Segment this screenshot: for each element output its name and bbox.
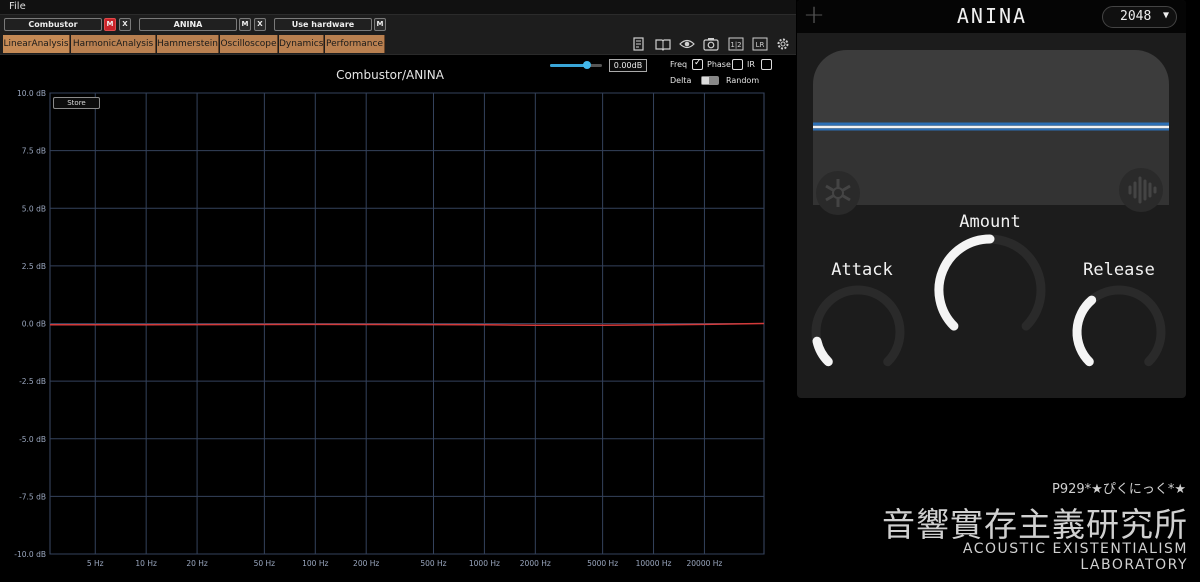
x-axis: 5 Hz 10 Hz 20 Hz 50 Hz 100 Hz 200 Hz 500 Hz 100… [87,559,723,568]
watermark-handle: P929*★ぴくにっく*★ [1052,482,1186,497]
amount-knob[interactable] [934,234,1046,331]
x-tick-label: 50 Hz [254,559,276,568]
y-tick-label: 5.0 dB [22,204,46,213]
watermark-subtitle: ACOUSTIC EXISTENTIALISM LABORATORY [962,541,1188,573]
y-tick-label: -5.0 dB [19,435,46,444]
y-tick-label: -10.0 dB [14,550,46,559]
x-tick-label: 100 Hz [302,559,328,568]
x-tick-label: 500 Hz [420,559,446,568]
size-select[interactable]: 2048 ▼ [1102,6,1177,28]
chevron-down-icon: ▼ [1163,10,1170,21]
release-label: Release [1083,260,1155,280]
snowflake-icon[interactable] [816,171,860,215]
x-tick-label: 5000 Hz [587,559,618,568]
attack-label: Attack [831,260,893,280]
knob-track [811,285,905,367]
release-knob[interactable] [1072,285,1166,367]
waveform-display [813,50,1169,205]
anina-plugin-window: + ANINA 2048 ▼ Attack Amount Release [797,0,1186,398]
y-axis: 10.0 dB 7.5 dB 5.0 dB 2.5 dB 0.0 dB -2.5 dB -5… [14,89,46,559]
frequency-response-chart: 10.0 dB 7.5 dB 5.0 dB 2.5 dB 0.0 dB -2.5 dB -5… [14,89,765,568]
y-tick-label: -7.5 dB [19,492,46,501]
watermark-title: 音響實存主義研究所 [882,505,1188,544]
x-tick-label: 20 Hz [186,559,208,568]
analyzer-window: File Combustor M X ANINA M X Use hardwar… [0,0,796,582]
y-tick-label: -2.5 dB [19,377,46,386]
knob-value-arc [812,336,833,367]
plugin-header: + ANINA 2048 ▼ [797,0,1186,33]
y-tick-label: 2.5 dB [22,262,46,271]
y-tick-label: 7.5 dB [22,147,46,156]
knob-track [934,234,1046,331]
y-tick-label: 10.0 dB [17,89,46,98]
x-tick-label: 200 Hz [353,559,379,568]
x-tick-label: 10 Hz [135,559,157,568]
attack-knob[interactable] [811,285,905,367]
plus-icon[interactable]: + [803,2,825,28]
y-tick-label: 0.0 dB [22,320,46,329]
knob-value-arc [1072,295,1097,367]
x-tick-label: 2000 Hz [520,559,551,568]
chart-grid [49,92,765,555]
x-tick-label: 5 Hz [87,559,104,568]
size-select-value: 2048 [1120,9,1152,24]
knob-track [1072,285,1166,367]
amount-label: Amount [959,212,1021,232]
display-lines [813,122,1169,131]
x-tick-label: 20000 Hz [687,559,723,568]
knob-value-arc [934,234,995,331]
x-tick-label: 1000 Hz [469,559,500,568]
store-button[interactable]: Store [53,97,100,109]
waveform-icon[interactable] [1119,168,1163,212]
x-tick-label: 10000 Hz [636,559,672,568]
plugin-title: ANINA [956,4,1028,28]
